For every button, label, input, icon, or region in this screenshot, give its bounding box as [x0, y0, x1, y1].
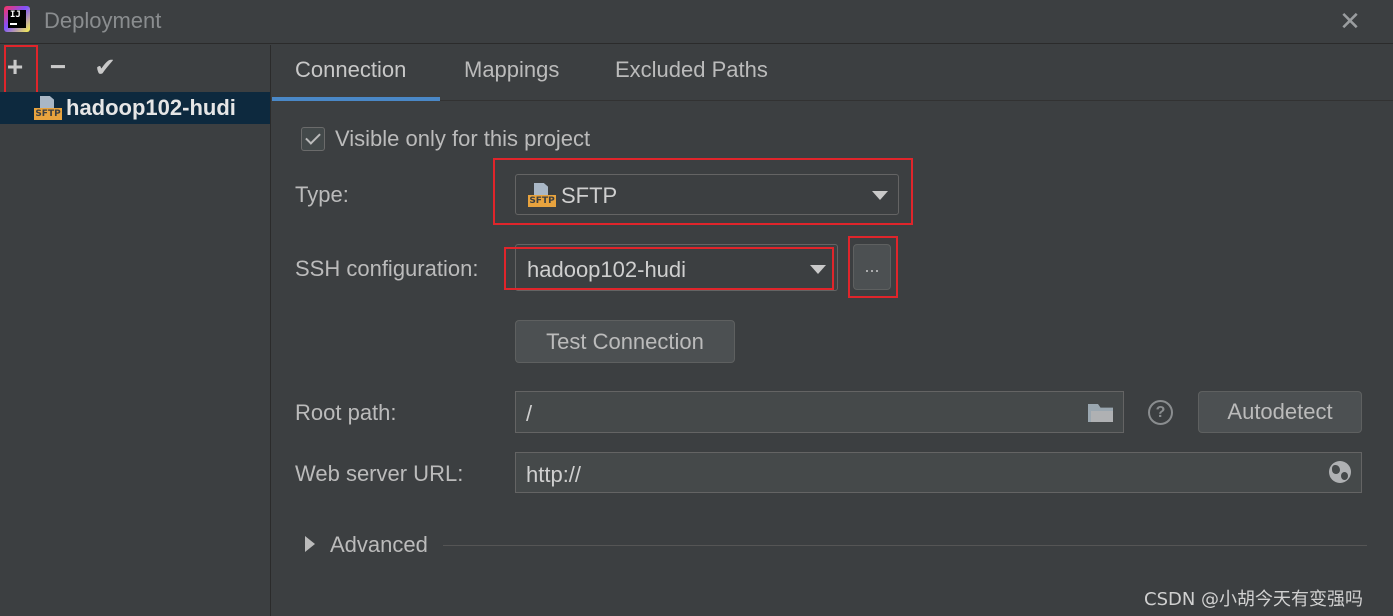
- type-value: SFTP: [561, 183, 618, 208]
- close-icon[interactable]: ✕: [1334, 6, 1366, 36]
- watermark: CSDN @小胡今天有变强吗: [1144, 589, 1364, 610]
- tab-mappings[interactable]: Mappings: [464, 57, 559, 83]
- intellij-app-icon: IJ: [4, 6, 30, 32]
- server-list-item-label: hadoop102-hudi: [66, 95, 236, 120]
- type-combobox[interactable]: SFTP SFTP: [515, 174, 899, 215]
- visible-only-label: Visible only for this project: [335, 126, 591, 151]
- tab-connection[interactable]: Connection: [295, 57, 406, 83]
- window-title: Deployment: [44, 8, 162, 33]
- chevron-down-icon: [810, 265, 826, 274]
- remove-server-button[interactable]: −: [43, 53, 73, 83]
- autodetect-button[interactable]: Autodetect: [1198, 391, 1362, 433]
- web-server-url-input[interactable]: http://: [515, 452, 1362, 493]
- root-path-label: Root path:: [295, 400, 397, 425]
- active-tab-indicator: [272, 97, 440, 101]
- globe-icon[interactable]: [1329, 461, 1351, 483]
- root-path-value: /: [526, 401, 533, 426]
- title-bar: [0, 0, 1393, 44]
- sftp-icon: SFTP: [528, 183, 556, 209]
- ssh-configuration-label: SSH configuration:: [295, 256, 479, 281]
- ssh-configuration-browse-button[interactable]: ...: [853, 244, 891, 290]
- visible-only-checkbox[interactable]: [301, 127, 325, 151]
- type-label: Type:: [295, 182, 349, 207]
- folder-icon[interactable]: [1088, 404, 1113, 422]
- server-list-panel: [0, 45, 271, 616]
- ssh-configuration-combobox[interactable]: hadoop102-hudi: [515, 244, 838, 291]
- tab-excluded-paths[interactable]: Excluded Paths: [615, 57, 768, 83]
- ssh-configuration-value: hadoop102-hudi: [527, 257, 687, 282]
- advanced-section-toggle[interactable]: Advanced: [330, 532, 428, 558]
- web-server-url-value: http://: [526, 462, 582, 487]
- tab-bar: [272, 45, 1393, 101]
- root-path-input[interactable]: /: [515, 391, 1124, 433]
- advanced-divider: [443, 545, 1367, 546]
- add-server-button[interactable]: +: [0, 53, 30, 83]
- help-icon[interactable]: ?: [1148, 400, 1173, 425]
- test-connection-button[interactable]: Test Connection: [515, 320, 735, 363]
- server-list-item[interactable]: SFTP hadoop102-hudi: [0, 92, 270, 124]
- apply-check-button[interactable]: ✔: [90, 53, 120, 83]
- expand-triangle-icon[interactable]: [305, 536, 315, 552]
- sftp-icon: SFTP: [34, 96, 62, 122]
- chevron-down-icon: [872, 191, 888, 200]
- web-server-url-label: Web server URL:: [295, 461, 464, 486]
